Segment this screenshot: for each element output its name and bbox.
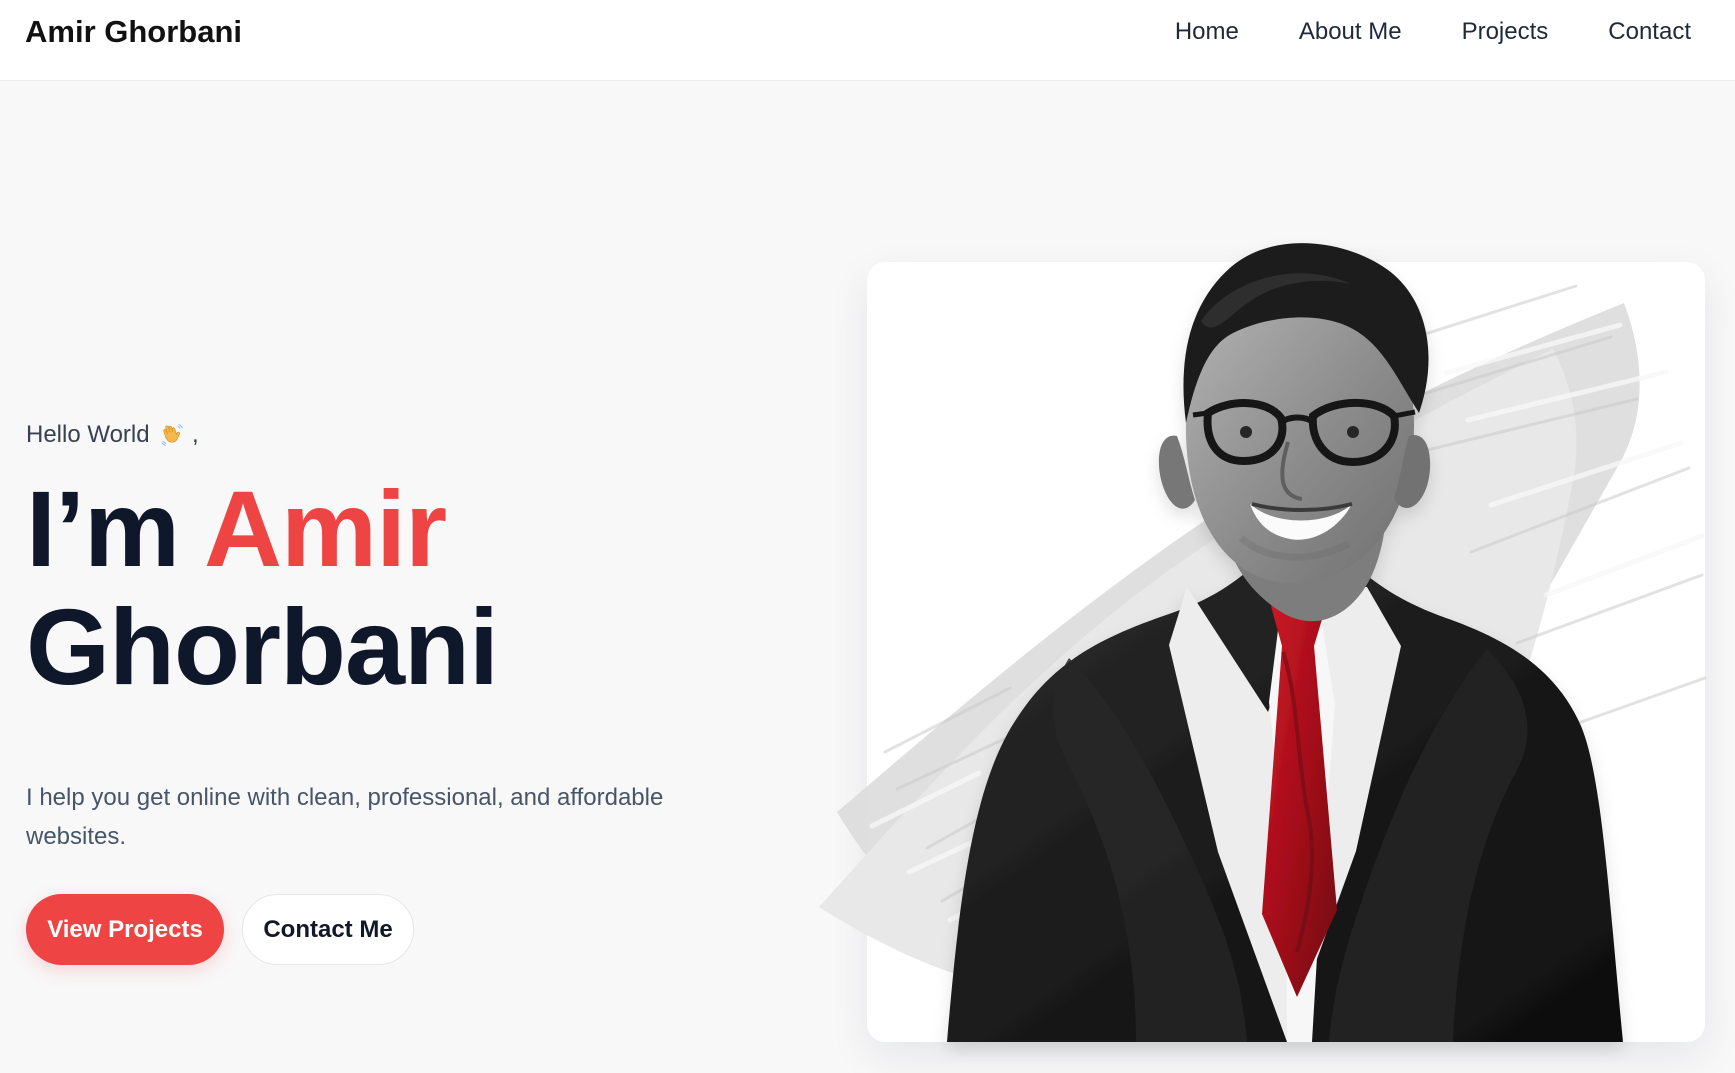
- nav-link-projects[interactable]: Projects: [1462, 16, 1549, 48]
- hero-greeting-text: Hello World: [26, 421, 150, 448]
- hero-greeting: Hello World ,: [26, 419, 746, 451]
- hero-headline-last-name: Ghorbani: [26, 586, 499, 707]
- hero-actions: View Projects Contact Me: [26, 894, 746, 966]
- hero-headline: I’m Amir Ghorbani: [26, 470, 746, 706]
- view-projects-button[interactable]: View Projects: [26, 894, 224, 966]
- professional-portrait-photo: [819, 243, 1707, 1042]
- hero-headline-line-one: I’m Amir: [26, 470, 746, 588]
- nav-link-home[interactable]: Home: [1175, 16, 1239, 48]
- contact-me-button[interactable]: Contact Me: [242, 894, 414, 966]
- hero-greeting-comma: ,: [191, 421, 199, 448]
- nav-link-about-me[interactable]: About Me: [1299, 16, 1402, 48]
- profile-portrait-card: [819, 243, 1707, 1042]
- hero-subtitle: I help you get online with clean, profes…: [26, 784, 664, 851]
- waving-hand-icon: [161, 424, 183, 446]
- hero-headline-first-name: Amir: [204, 468, 447, 589]
- nav-link-contact[interactable]: Contact: [1608, 16, 1691, 48]
- hero-introduction: Hello World , I’m Amir Ghorbani I help y…: [26, 419, 746, 966]
- site-brand[interactable]: Amir Ghorbani: [25, 13, 242, 51]
- portfolio-page: Amir Ghorbani Home About Me Projects Con…: [0, 0, 1735, 1073]
- main-navigation: Home About Me Projects Contact: [1175, 16, 1691, 48]
- hero-headline-prefix: I’m: [26, 468, 180, 589]
- top-navigation-bar: Amir Ghorbani Home About Me Projects Con…: [0, 0, 1735, 81]
